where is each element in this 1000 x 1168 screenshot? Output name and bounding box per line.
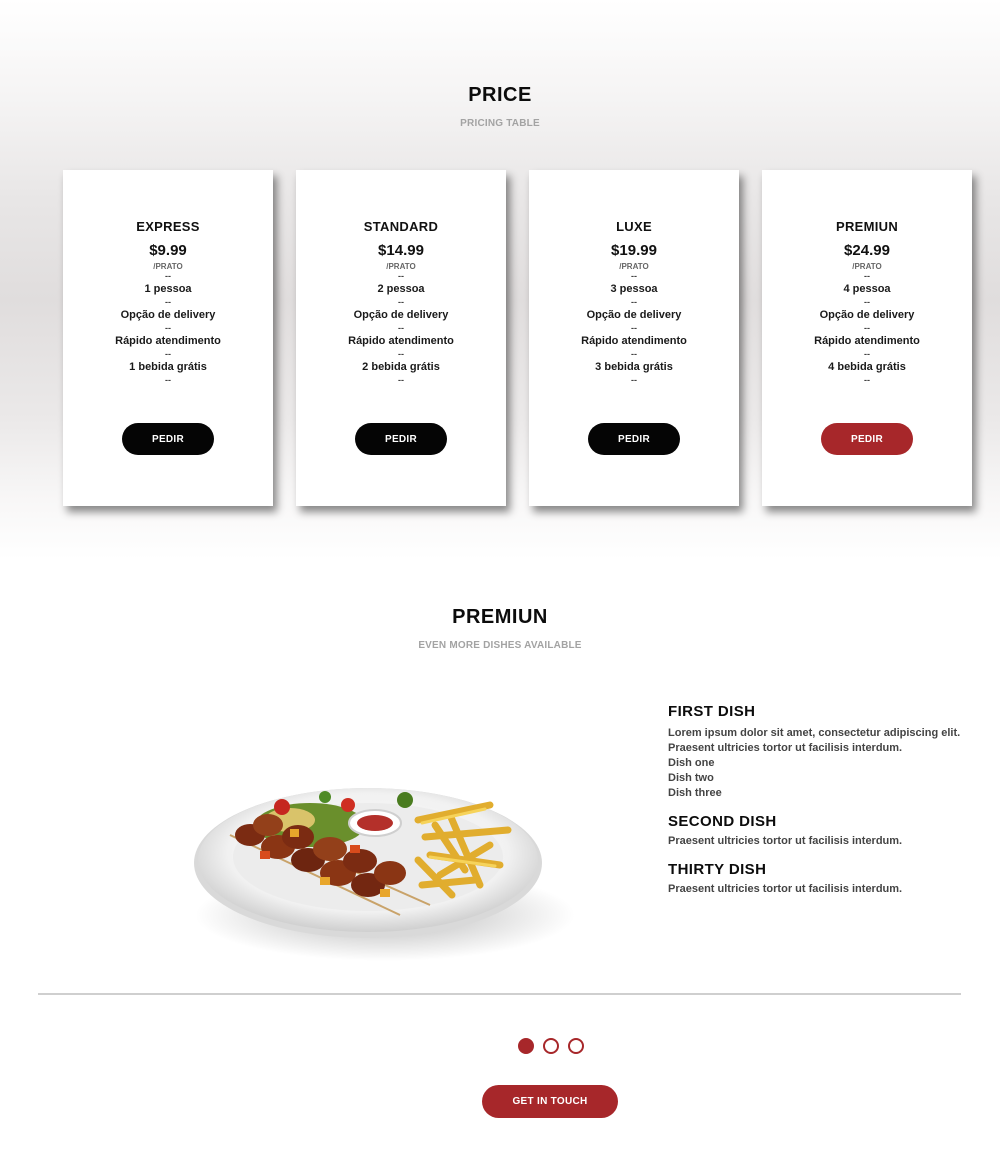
feature-item: Rápido atendimento [814,335,920,347]
plan-features: -- 3 pessoa -- Opção de delivery -- Rápi… [529,271,739,386]
feature-item: 3 bebida grátis [595,361,673,373]
feature-item: Rápido atendimento [115,335,221,347]
feature-item: 4 bebida grátis [828,361,906,373]
pricing-card-standard: STANDARD $14.99 /PRATO -- 2 pessoa -- Op… [296,170,506,506]
feature-separator: -- [398,323,404,333]
plan-features: -- 4 pessoa -- Opção de delivery -- Rápi… [762,271,972,386]
feature-separator: -- [165,349,171,359]
feature-item: 3 pessoa [610,283,658,295]
plan-name: PREMIUN [835,219,899,234]
plan-price-unit: /PRATO [852,262,882,271]
feature-separator: -- [398,349,404,359]
feature-separator: -- [864,271,870,281]
dish-photo [194,788,575,961]
dish-description: Praesent ultricies tortor ut facilisis i… [668,835,903,847]
carousel-dot-2[interactable] [543,1038,559,1054]
carousel-dot-3[interactable] [568,1038,584,1054]
plan-name: LUXE [616,219,652,234]
plan-name: STANDARD [363,219,439,234]
dish-title: FIRST DISH [668,703,756,720]
carousel-dot-1[interactable] [518,1038,534,1054]
premium-title: PREMIUN [452,606,548,628]
feature-item: 4 pessoa [843,283,891,295]
dish-item: Dish three [668,787,722,799]
section-divider [38,993,961,995]
feature-separator: -- [398,375,404,385]
feature-separator: -- [165,271,171,281]
pricing-card-premiun: PREMIUN $24.99 /PRATO -- 4 pessoa -- Opç… [762,170,972,506]
feature-separator: -- [631,271,637,281]
order-button-premiun[interactable]: PEDIR [821,423,913,455]
feature-item: Rápido atendimento [581,335,687,347]
feature-item: Opção de delivery [353,309,449,321]
dish-title: THIRTY DISH [668,861,767,878]
feature-item: 1 pessoa [144,283,192,295]
feature-separator: -- [631,323,637,333]
feature-item: 2 bebida grátis [362,361,440,373]
feature-separator: -- [864,323,870,333]
plan-features: -- 1 pessoa -- Opção de delivery -- Rápi… [63,271,273,386]
pricing-card-luxe: LUXE $19.99 /PRATO -- 3 pessoa -- Opção … [529,170,739,506]
plan-price-unit: /PRATO [619,262,649,271]
dish-item: Dish one [668,757,715,769]
pricing-title: PRICE [468,84,532,106]
pricing-section: PRICE PRICING TABLE EXPRESS $9.99 /PRATO… [0,0,1000,560]
pricing-cards: EXPRESS $9.99 /PRATO -- 1 pessoa -- Opçã… [63,170,973,506]
pricing-card-express: EXPRESS $9.99 /PRATO -- 1 pessoa -- Opçã… [63,170,273,506]
feature-separator: -- [864,375,870,385]
plan-price: $19.99 [611,242,657,259]
feature-separator: -- [165,323,171,333]
plan-price-unit: /PRATO [386,262,416,271]
plan-price: $14.99 [378,242,424,259]
feature-item: Opção de delivery [819,309,915,321]
order-button-express[interactable]: PEDIR [122,423,214,455]
feature-item: 1 bebida grátis [129,361,207,373]
feature-separator: -- [631,297,637,307]
order-button-luxe[interactable]: PEDIR [588,423,680,455]
feature-separator: -- [398,271,404,281]
dish-title: SECOND DISH [668,813,777,830]
dish-description: Lorem ipsum dolor sit amet, consectetur … [668,727,961,739]
feature-separator: -- [864,349,870,359]
dish-description: Praesent ultricies tortor ut facilisis i… [668,883,903,895]
order-button-standard[interactable]: PEDIR [355,423,447,455]
dish-menu: FIRST DISH Lorem ipsum dolor sit amet, c… [668,703,988,897]
plan-name: EXPRESS [136,219,200,234]
feature-item: Rápido atendimento [348,335,454,347]
plan-price-unit: /PRATO [153,262,183,271]
feature-separator: -- [631,349,637,359]
dish-description: Praesent ultricies tortor ut facilisis i… [668,742,903,754]
feature-item: Opção de delivery [120,309,216,321]
pricing-subtitle: PRICING TABLE [460,118,540,129]
plan-features: -- 2 pessoa -- Opção de delivery -- Rápi… [296,271,506,386]
plan-price: $9.99 [149,242,187,259]
premium-subtitle: EVEN MORE DISHES AVAILABLE [418,640,582,651]
feature-separator: -- [864,297,870,307]
get-in-touch-button[interactable]: GET IN TOUCH [482,1085,618,1118]
feature-separator: -- [398,297,404,307]
dish-item: Dish two [668,772,714,784]
feature-item: 2 pessoa [377,283,425,295]
feature-separator: -- [631,375,637,385]
plan-price: $24.99 [844,242,890,259]
feature-item: Opção de delivery [586,309,682,321]
feature-separator: -- [165,297,171,307]
feature-separator: -- [165,375,171,385]
